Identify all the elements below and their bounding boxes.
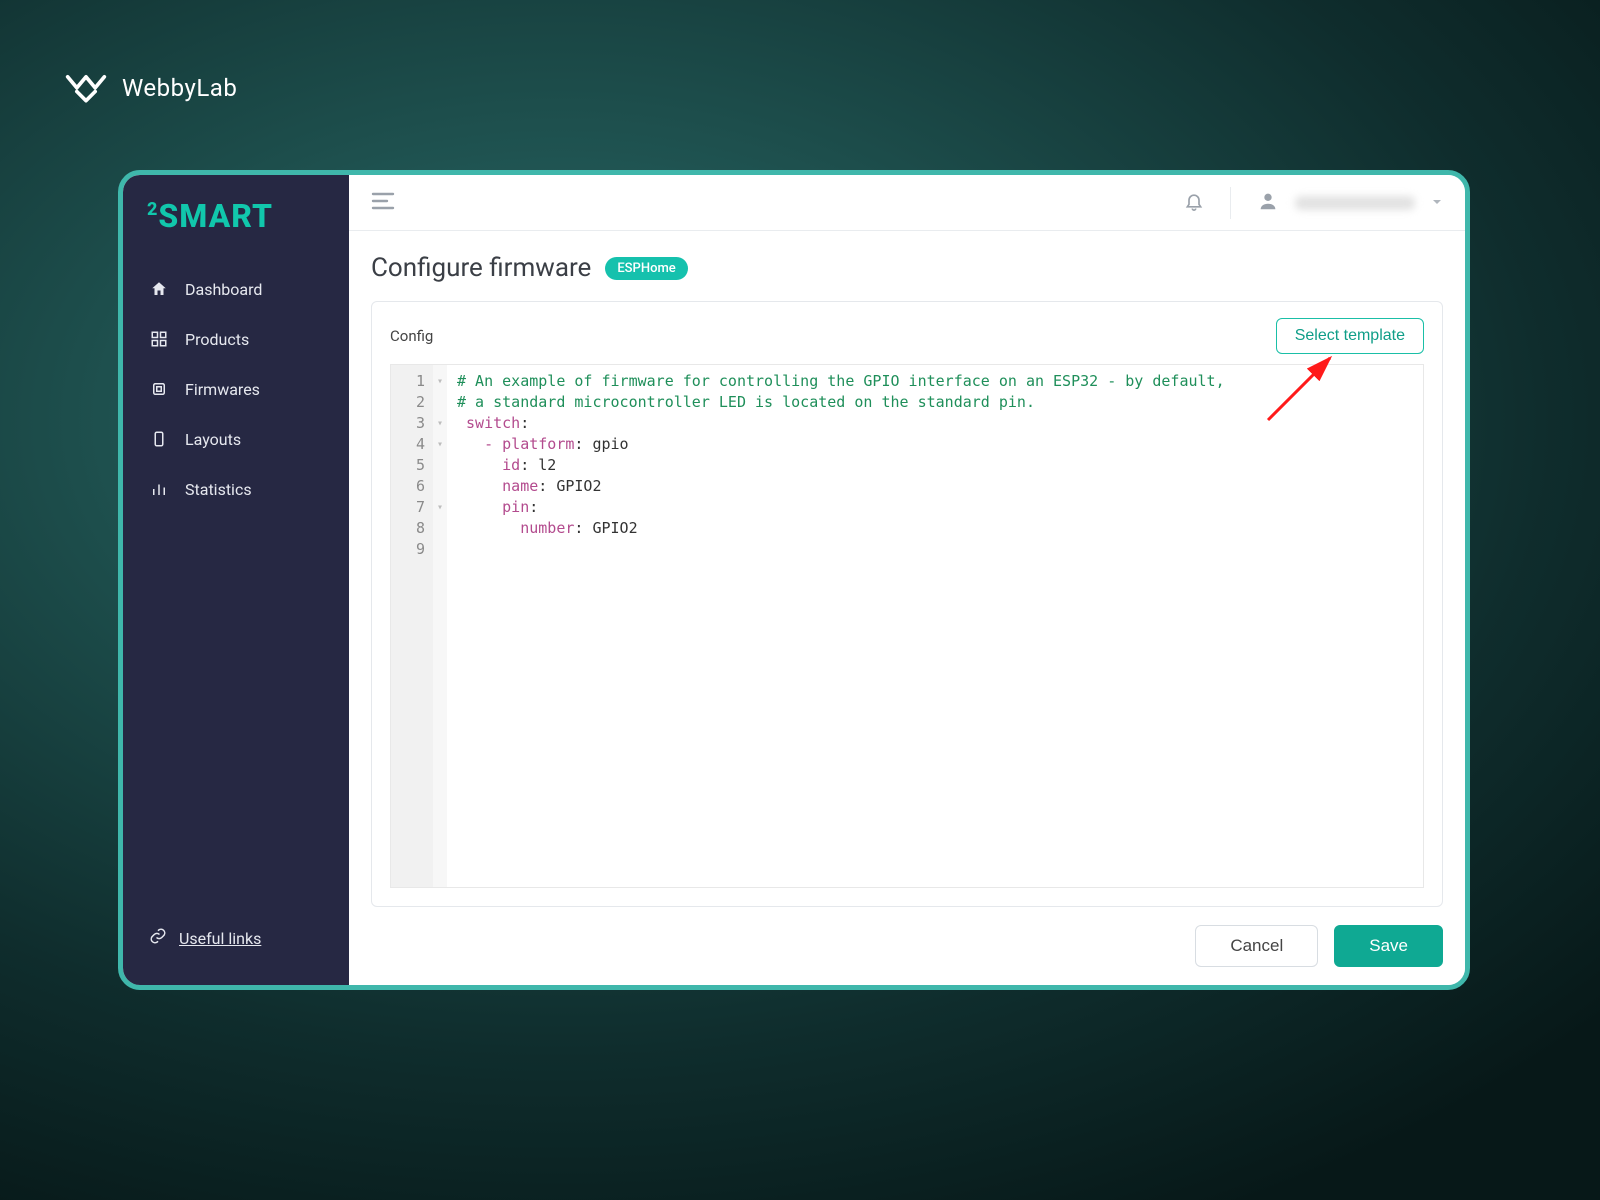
- sidebar-item-statistics[interactable]: Statistics: [123, 465, 349, 513]
- user-avatar-icon[interactable]: [1257, 190, 1279, 216]
- divider: [1230, 187, 1231, 219]
- sidebar-item-dashboard[interactable]: Dashboard: [123, 265, 349, 313]
- grid-icon: [149, 329, 169, 349]
- editor-code[interactable]: # An example of firmware for controlling…: [447, 365, 1423, 887]
- config-card: Config Select template 123456789 ▾▾▾▾ # …: [371, 301, 1443, 907]
- menu-icon[interactable]: [371, 191, 395, 215]
- editor-gutter: 123456789: [391, 365, 433, 887]
- sidebar-item-label: Firmwares: [185, 380, 260, 399]
- sidebar-nav: Dashboard Products Firmwares Layouts: [123, 265, 349, 513]
- brand-logo: WebbyLab: [64, 64, 237, 112]
- footer-actions: Cancel Save: [371, 907, 1443, 967]
- brand-icon: [64, 64, 108, 112]
- app-logo: 2SMART: [123, 193, 349, 257]
- useful-links-label: Useful links: [179, 929, 261, 948]
- content: Configure firmware ESPHome Config Select…: [349, 231, 1465, 985]
- device-icon: [149, 429, 169, 449]
- main: Configure firmware ESPHome Config Select…: [349, 175, 1465, 985]
- chevron-down-icon[interactable]: [1431, 193, 1443, 212]
- select-template-button[interactable]: Select template: [1276, 318, 1424, 354]
- brand-name: WebbyLab: [122, 74, 237, 102]
- sidebar-item-label: Layouts: [185, 430, 241, 449]
- sidebar-item-firmwares[interactable]: Firmwares: [123, 365, 349, 413]
- config-header: Config Select template: [390, 318, 1424, 354]
- sidebar-item-label: Dashboard: [185, 280, 262, 299]
- sidebar-item-label: Statistics: [185, 480, 252, 499]
- firmware-type-badge: ESPHome: [605, 257, 687, 280]
- config-label: Config: [390, 327, 433, 345]
- chip-icon: [149, 379, 169, 399]
- sidebar-item-layouts[interactable]: Layouts: [123, 415, 349, 463]
- home-icon: [149, 279, 169, 299]
- notifications-icon[interactable]: [1184, 191, 1204, 215]
- sidebar-item-products[interactable]: Products: [123, 315, 349, 363]
- page-title: Configure firmware: [371, 253, 591, 283]
- app-window: 2SMART Dashboard Products Firmwares: [118, 170, 1470, 990]
- link-icon: [149, 927, 167, 949]
- sidebar-item-label: Products: [185, 330, 249, 349]
- cancel-button[interactable]: Cancel: [1195, 925, 1318, 967]
- sidebar: 2SMART Dashboard Products Firmwares: [123, 175, 349, 985]
- user-name-obscured: [1295, 196, 1415, 210]
- code-editor[interactable]: 123456789 ▾▾▾▾ # An example of firmware …: [390, 364, 1424, 888]
- page-title-row: Configure firmware ESPHome: [371, 253, 1443, 283]
- topbar: [349, 175, 1465, 231]
- useful-links[interactable]: Useful links: [123, 913, 349, 963]
- save-button[interactable]: Save: [1334, 925, 1443, 967]
- stats-icon: [149, 479, 169, 499]
- editor-fold-column: ▾▾▾▾: [433, 365, 447, 887]
